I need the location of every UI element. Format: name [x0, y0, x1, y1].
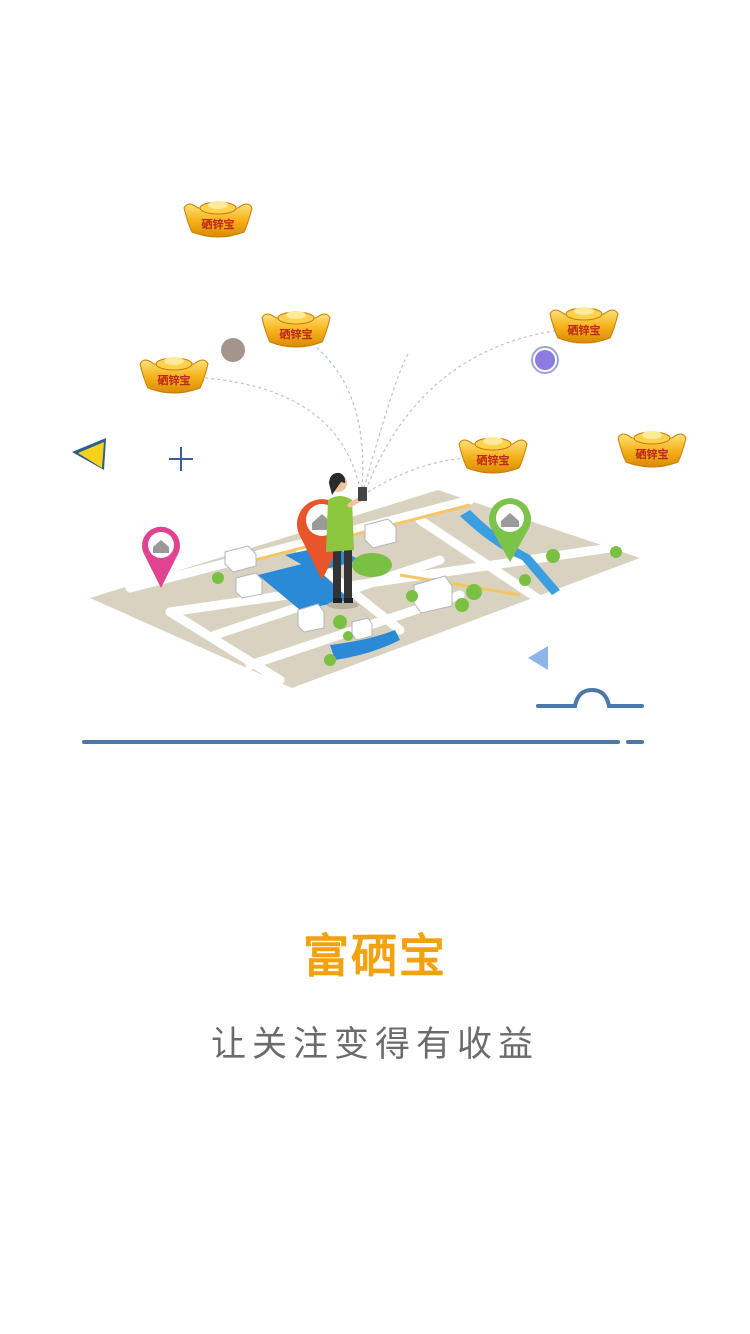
svg-text:硒锌宝: 硒锌宝 [635, 447, 669, 461]
svg-text:硒锌宝: 硒锌宝 [476, 453, 510, 467]
onboarding-illustration: 硒锌宝 硒锌宝 硒锌宝 硒锌宝 硒锌宝 硒锌宝 [0, 0, 750, 800]
plus-decor-icon [169, 447, 193, 471]
gold-ingot-3: 硒锌宝 [139, 356, 209, 394]
gold-ingot-1: 硒锌宝 [183, 200, 253, 238]
svg-text:硒锌宝: 硒锌宝 [279, 327, 313, 341]
decor-circle-purple [535, 350, 555, 370]
svg-text:硒锌宝: 硒锌宝 [201, 217, 235, 231]
svg-text:硒锌宝: 硒锌宝 [157, 373, 191, 387]
city-map [90, 490, 640, 688]
gold-ingot-4: 硒锌宝 [549, 306, 619, 344]
app-title: 富硒宝 [303, 929, 447, 983]
gold-ingot-5: 硒锌宝 [458, 436, 528, 474]
gold-ingot-6: 硒锌宝 [617, 430, 687, 468]
baseline-decor [82, 687, 644, 744]
app-slogan: 让关注变得有收益 [210, 1025, 539, 1065]
svg-text:硒锌宝: 硒锌宝 [567, 323, 601, 337]
gold-ingot-2: 硒锌宝 [261, 310, 331, 348]
blue-triangle-icon [528, 646, 548, 670]
map-scene: 硒锌宝 硒锌宝 硒锌宝 硒锌宝 硒锌宝 硒锌宝 [72, 200, 687, 744]
decor-circle-gray [221, 338, 245, 362]
yellow-triangle-icon [72, 438, 106, 470]
